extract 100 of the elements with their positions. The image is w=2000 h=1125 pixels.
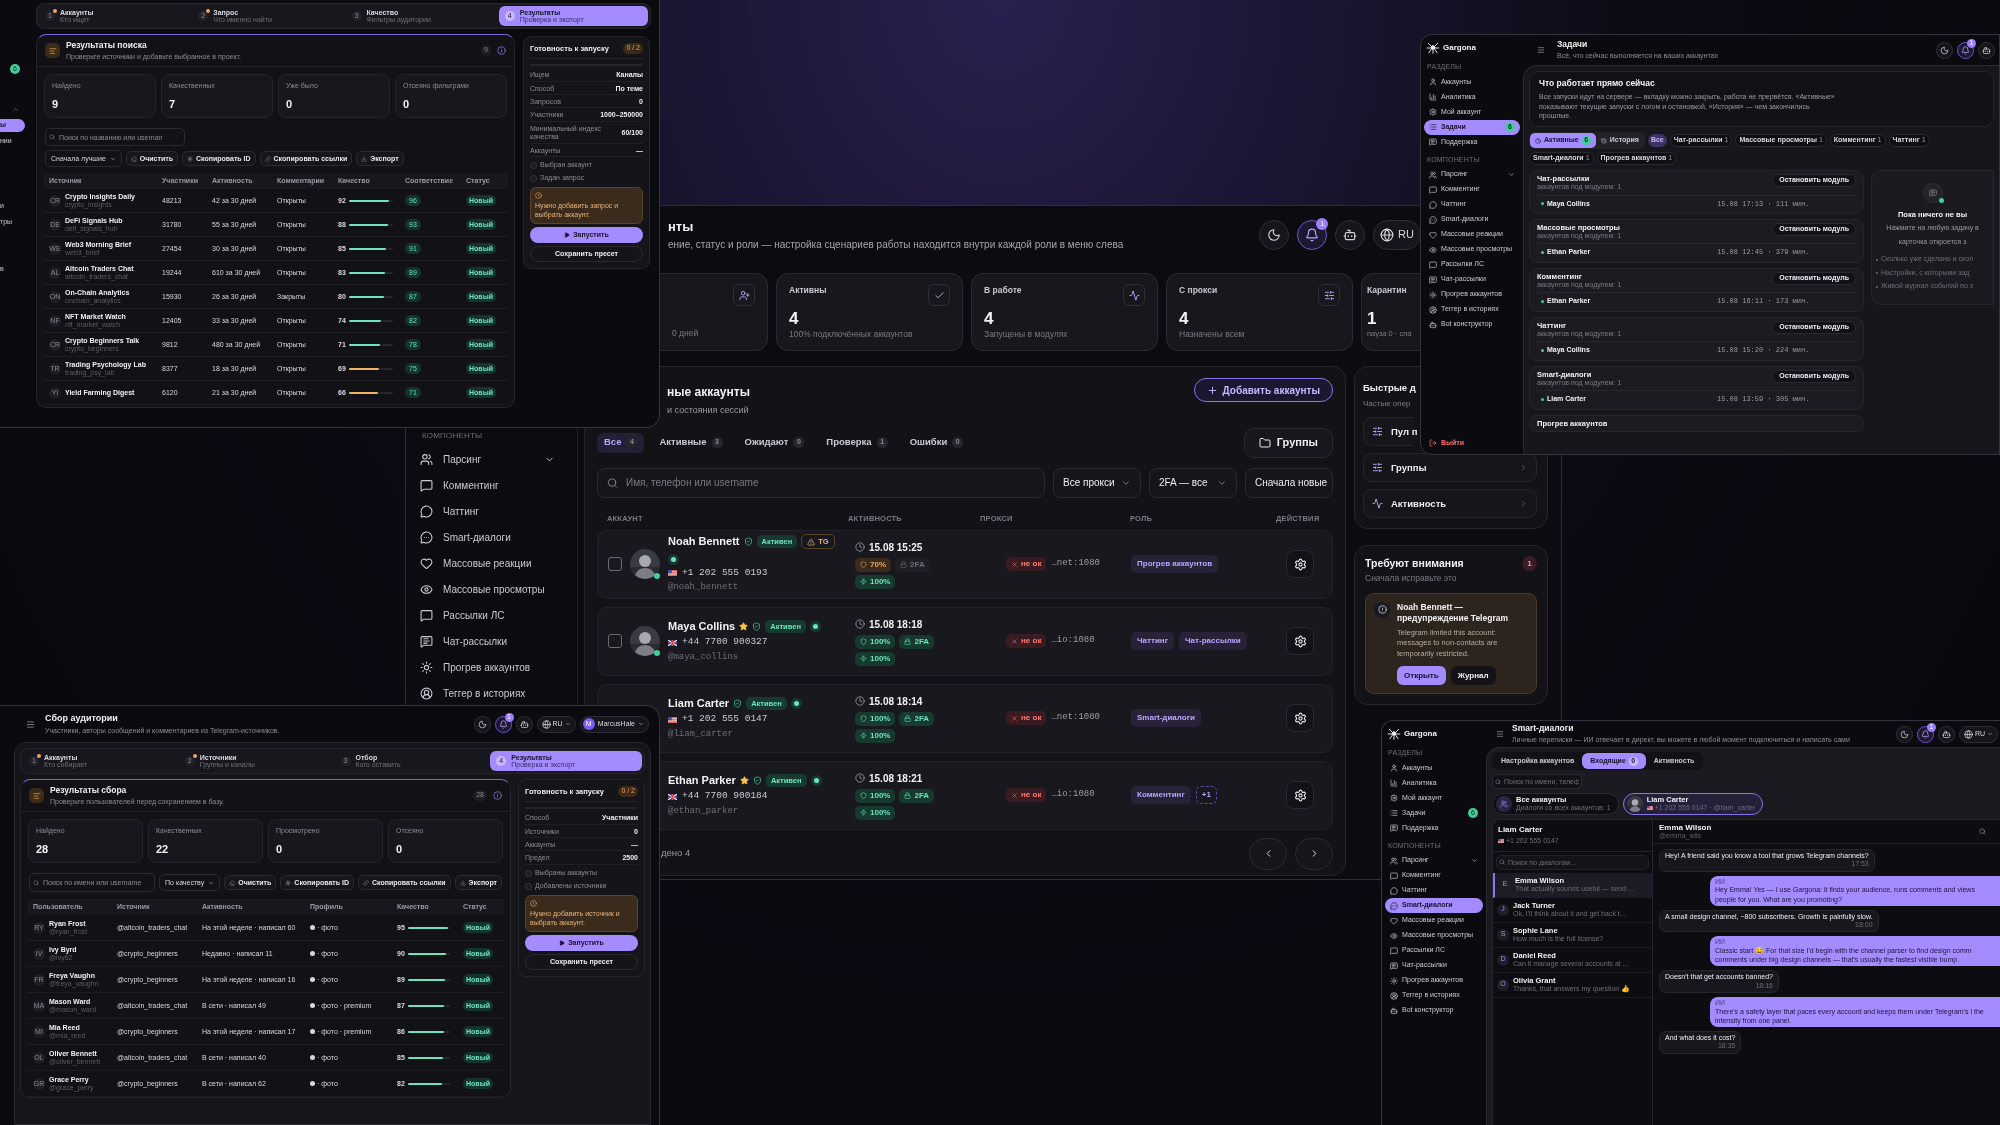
- phone-number: +44 7700 900327: [682, 635, 768, 650]
- proxy-address: …io:1080: [1051, 634, 1095, 648]
- chat-icon: [1429, 138, 1437, 146]
- last-active-time: 15.08 18:14: [869, 694, 923, 709]
- theme-button[interactable]: [473, 715, 491, 733]
- clock-icon: [855, 696, 865, 706]
- stat-label: С прокси: [1179, 284, 1218, 297]
- search-icon: [1499, 859, 1505, 865]
- menu-icon: [1496, 730, 1504, 738]
- lock-icon: [904, 638, 912, 645]
- lock-icon: [900, 561, 907, 568]
- nav-item[interactable]: Массовые реакции: [408, 550, 567, 576]
- photo-icon: [310, 951, 315, 957]
- nav-item[interactable]: Комментинг: [408, 472, 567, 498]
- link-icon: [264, 155, 271, 162]
- alert-icon: [1377, 605, 1387, 615]
- stat-value: 0: [403, 96, 411, 112]
- sun-icon: [1390, 976, 1398, 985]
- stat-value: 7: [169, 96, 177, 112]
- shield-icon: [860, 792, 867, 799]
- panel-subtitle: и состояния сессий: [667, 404, 750, 417]
- eraser-icon: [130, 155, 137, 162]
- robot-icon: [1390, 1006, 1398, 1015]
- photo-icon: [310, 925, 315, 931]
- chat-icon: [1390, 824, 1398, 832]
- plus-icon: [1206, 384, 1218, 396]
- chat-bubble-icon: [1429, 200, 1437, 209]
- settings-button[interactable]: [1286, 627, 1314, 655]
- bot-button[interactable]: [1978, 41, 1995, 59]
- filter-dropdown[interactable]: Сначала новые: [1245, 467, 1333, 498]
- settings-button[interactable]: [1286, 704, 1314, 732]
- users-icon: [420, 452, 433, 466]
- settings-button[interactable]: [1286, 550, 1314, 578]
- panel-subtitle: Сначала исправьте это: [1365, 572, 1458, 585]
- search-icon: [49, 134, 55, 141]
- list-icon: [1429, 123, 1437, 131]
- username: @noah_bennett: [668, 581, 740, 595]
- settings-button[interactable]: [1286, 781, 1314, 809]
- phone-number: +1 202 555 0193: [682, 565, 768, 580]
- row-checkbox[interactable]: [608, 634, 622, 648]
- language-button[interactable]: RU: [1373, 219, 1421, 250]
- stat-note: Запущены в модулях: [984, 328, 1069, 341]
- theme-button[interactable]: [1936, 41, 1953, 59]
- sun-icon: [1429, 290, 1437, 299]
- cross-icon: [1011, 714, 1018, 722]
- open-button[interactable]: Открыть: [1397, 666, 1446, 686]
- stat-value: 4: [984, 309, 994, 328]
- filter-dropdown[interactable]: 2FA — все: [1149, 467, 1237, 498]
- filter-dropdown[interactable]: Все прокси: [1053, 467, 1141, 498]
- log-button[interactable]: Журнал: [1450, 666, 1496, 686]
- quick-action[interactable]: Активность: [1363, 489, 1537, 519]
- user-icon: [1429, 78, 1437, 86]
- theme-button[interactable]: [1259, 219, 1290, 250]
- search-field[interactable]: Имя, телефон или username: [597, 467, 1045, 498]
- brand-name: Gargona: [1443, 42, 1476, 54]
- page-subtitle: ение, статус и роли — настройка сценариев работы находится внутри каждой роли в меню слева: [668, 237, 1125, 252]
- nav-item[interactable]: Массовые просмотры: [408, 576, 567, 602]
- robot-icon: [1982, 45, 1991, 55]
- nav-item[interactable]: Теггер в историях: [408, 680, 567, 706]
- bot-button[interactable]: [1335, 219, 1366, 250]
- page-title: Smart-диалоги: [1512, 722, 1575, 736]
- session-icon: [790, 697, 802, 709]
- nav-item[interactable]: Парсинг: [408, 446, 567, 472]
- sliders-icon: [1372, 462, 1383, 474]
- role-tag: Чат-рассылки: [1179, 632, 1247, 650]
- account-name: Maya Collins: [668, 618, 736, 634]
- sun-icon: [420, 660, 433, 674]
- row-checkbox[interactable]: [608, 557, 622, 571]
- twofa-badge: 2FA: [899, 711, 935, 726]
- more-roles-badge[interactable]: +1: [1195, 786, 1217, 804]
- robot-icon: [519, 719, 529, 729]
- nav-item[interactable]: Чаттинг: [408, 498, 567, 524]
- quick-action[interactable]: Группы: [1363, 453, 1537, 483]
- photo-icon: [310, 1003, 315, 1009]
- nav-item[interactable]: Чат-рассылки: [408, 628, 567, 654]
- add-accounts-button[interactable]: Добавить аккаунты: [1193, 378, 1333, 402]
- theme-button[interactable]: [1895, 725, 1913, 743]
- stat-label: В работе: [984, 284, 1022, 297]
- nav-item[interactable]: Прогрев аккаунтов: [408, 654, 567, 680]
- proxy-status-badge: не ок: [1006, 788, 1047, 802]
- nav-item[interactable]: Smart-диалоги: [408, 524, 567, 550]
- groups-button[interactable]: Группы: [1243, 427, 1333, 458]
- sliders-icon: [1323, 289, 1335, 301]
- username: @ethan_parker: [668, 804, 740, 818]
- hash-icon: [186, 155, 193, 162]
- nav-item[interactable]: Рассылки ЛС: [408, 602, 567, 628]
- username: @liam_carter: [668, 727, 734, 741]
- stat-value: 1: [1367, 309, 1377, 328]
- last-active-time: 15.08 18:18: [869, 617, 923, 632]
- search-icon: [33, 879, 39, 886]
- proxy-address: …net:1080: [1051, 711, 1100, 725]
- account-name: Liam Carter: [668, 695, 730, 711]
- stat-note: Назначены всем: [1179, 328, 1246, 341]
- settings-icon: [1293, 711, 1307, 725]
- intro-title: Что работает прямо сейчас: [1539, 77, 1656, 90]
- dots-chat-icon: [420, 530, 433, 544]
- moon-icon: [1267, 227, 1282, 242]
- trust-badge: 70%: [855, 557, 891, 572]
- bot-button[interactable]: [1937, 725, 1955, 743]
- bot-button[interactable]: [515, 715, 533, 733]
